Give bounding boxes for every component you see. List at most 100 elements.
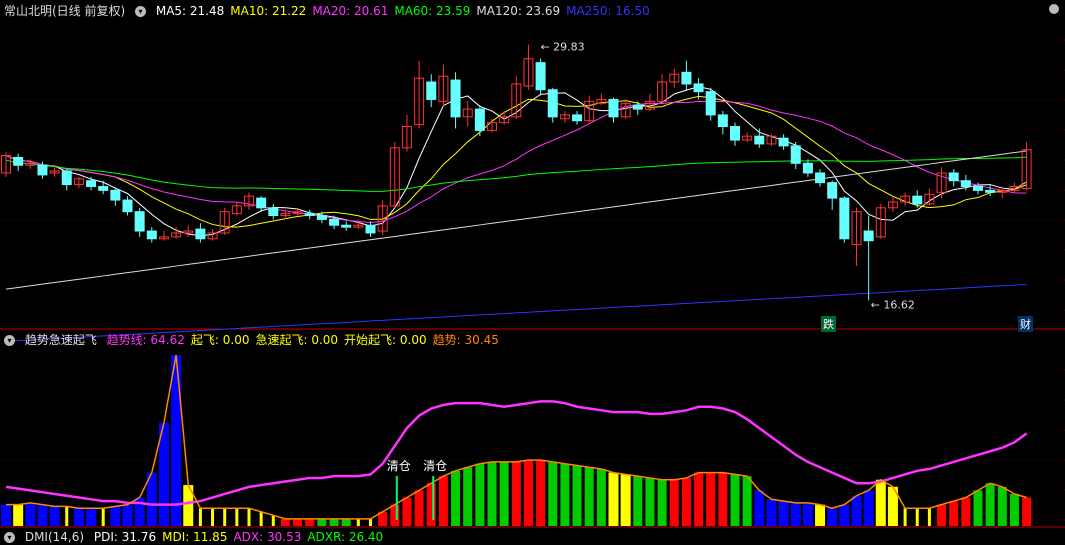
indicator-bar — [815, 504, 826, 526]
indicator-bar — [657, 479, 667, 526]
indicator-bar — [742, 476, 752, 526]
indicator-bar — [915, 508, 919, 526]
candle-body — [572, 114, 583, 122]
indicator-bar — [451, 470, 461, 526]
indicator-bar — [25, 502, 36, 526]
indicator-bar — [1009, 493, 1019, 526]
candle-body — [717, 114, 728, 128]
signal-badge-left: 跌 — [821, 316, 836, 332]
indicator-bar — [669, 479, 679, 526]
candle-body — [268, 207, 279, 217]
candle-body — [754, 135, 765, 145]
indicator-bar — [305, 518, 315, 526]
indicator-bar — [1, 504, 11, 526]
indicator-bar — [645, 477, 655, 526]
indicator-bar — [633, 476, 643, 526]
candle-body — [365, 224, 376, 234]
candle-body — [705, 91, 716, 116]
indicator-bar — [73, 508, 84, 526]
indicator-bar — [718, 472, 728, 526]
indicator-bar — [827, 508, 838, 526]
indicator-bar — [572, 465, 582, 526]
candle-body — [122, 199, 133, 213]
candle-body — [134, 211, 145, 232]
indicator-bar — [463, 467, 473, 526]
indicator-legend-item-0: 趋势线: 64.62 — [106, 333, 185, 347]
indicator-bar — [863, 490, 874, 526]
ma-legend: MA5: 21.48 MA10: 21.22 MA20: 20.61 MA60: 23… — [156, 4, 656, 18]
sell-annotation: 清仓 — [387, 459, 411, 473]
candle-body — [827, 182, 838, 199]
indicator-legend-item-2: 急速起飞: 0.00 — [255, 333, 339, 347]
candle-body — [547, 89, 558, 118]
indicator-bar — [596, 469, 606, 526]
candle-body — [316, 215, 327, 220]
indicator-bar — [37, 504, 48, 526]
candle-body — [815, 172, 826, 184]
indicator-bar — [608, 472, 619, 526]
indicator-bar — [402, 497, 412, 526]
candle-body — [98, 186, 109, 191]
candle-body — [960, 180, 971, 188]
indicator-bar — [414, 490, 424, 526]
sell-annotation: 清仓 — [423, 459, 447, 473]
ma-legend-item-0: MA5: 21.48 — [155, 4, 225, 18]
indicator-bar — [548, 461, 558, 526]
close-icon[interactable] — [1049, 4, 1059, 14]
indicator-bar — [851, 495, 862, 526]
indicator-bar — [390, 504, 400, 526]
stock-chart: ← 29.83 ← 16.62 清仓 清仓 — [0, 39, 1065, 528]
chevron-down-icon[interactable]: ▾ — [4, 335, 15, 346]
indicator-bar — [65, 506, 69, 526]
bottom-panel-title: DMI(14,6) — [24, 530, 85, 544]
candle-body — [474, 108, 485, 131]
indicator-bar — [13, 504, 24, 526]
low-price-label: ← 16.62 — [871, 298, 915, 311]
dmi-legend-item-2: ADX: 30.53 — [233, 530, 302, 544]
candle-body — [985, 189, 996, 193]
indicator-bar — [584, 467, 594, 526]
candle-body — [329, 218, 340, 226]
candle-body — [13, 156, 24, 166]
indicator-bar — [694, 472, 704, 526]
indicator-bar — [997, 486, 1007, 526]
candle-body — [426, 81, 437, 100]
candle-body — [450, 79, 461, 118]
candle-body — [304, 213, 315, 217]
ma-legend-item-1: MA10: 21.22 — [230, 4, 307, 18]
indicator-bar — [171, 355, 182, 526]
chevron-down-icon[interactable]: ▾ — [135, 6, 147, 17]
indicator-bar — [369, 518, 372, 526]
indicator-legend-item-3: 开始起飞: 0.00 — [344, 333, 427, 347]
indicator-bar — [247, 508, 251, 526]
indicator-bar — [356, 518, 360, 526]
candle-body — [110, 189, 121, 201]
candle-body — [693, 83, 704, 93]
indicator-bar — [985, 483, 995, 526]
indicator-bar — [730, 474, 740, 526]
candle-body — [802, 162, 813, 174]
indicator-bar — [903, 508, 907, 526]
indicator-bar — [778, 501, 789, 526]
indicator-bar — [101, 508, 105, 526]
indicator-bar — [973, 490, 983, 526]
candle-body — [839, 197, 850, 240]
indicator-bar — [426, 483, 436, 526]
indicator-bar — [706, 472, 716, 526]
candle-body — [86, 180, 97, 188]
indicator-bar — [110, 506, 121, 526]
indicator-bar — [754, 490, 765, 526]
indicator-bar — [487, 461, 497, 526]
indicator-bar — [235, 508, 239, 526]
indicator-legend-item-1: 起飞: 0.00 — [190, 333, 250, 347]
indicator-bar — [438, 476, 448, 526]
indicator-bar — [86, 508, 97, 526]
main-panel-header: 常山北明(日线 前复权) ▾ MA5: 21.48 MA10: 21.22 MA20… — [4, 3, 662, 19]
candle-body — [608, 98, 619, 118]
candle-body — [146, 230, 157, 240]
ma-legend-item-3: MA60: 23.59 — [394, 4, 471, 18]
indicator-bar — [1022, 497, 1032, 526]
indicator-bar — [317, 518, 327, 526]
dmi-legend-item-1: MDI: 11.85 — [162, 530, 228, 544]
ma-legend-item-5: MA250: 16.50 — [566, 4, 650, 18]
